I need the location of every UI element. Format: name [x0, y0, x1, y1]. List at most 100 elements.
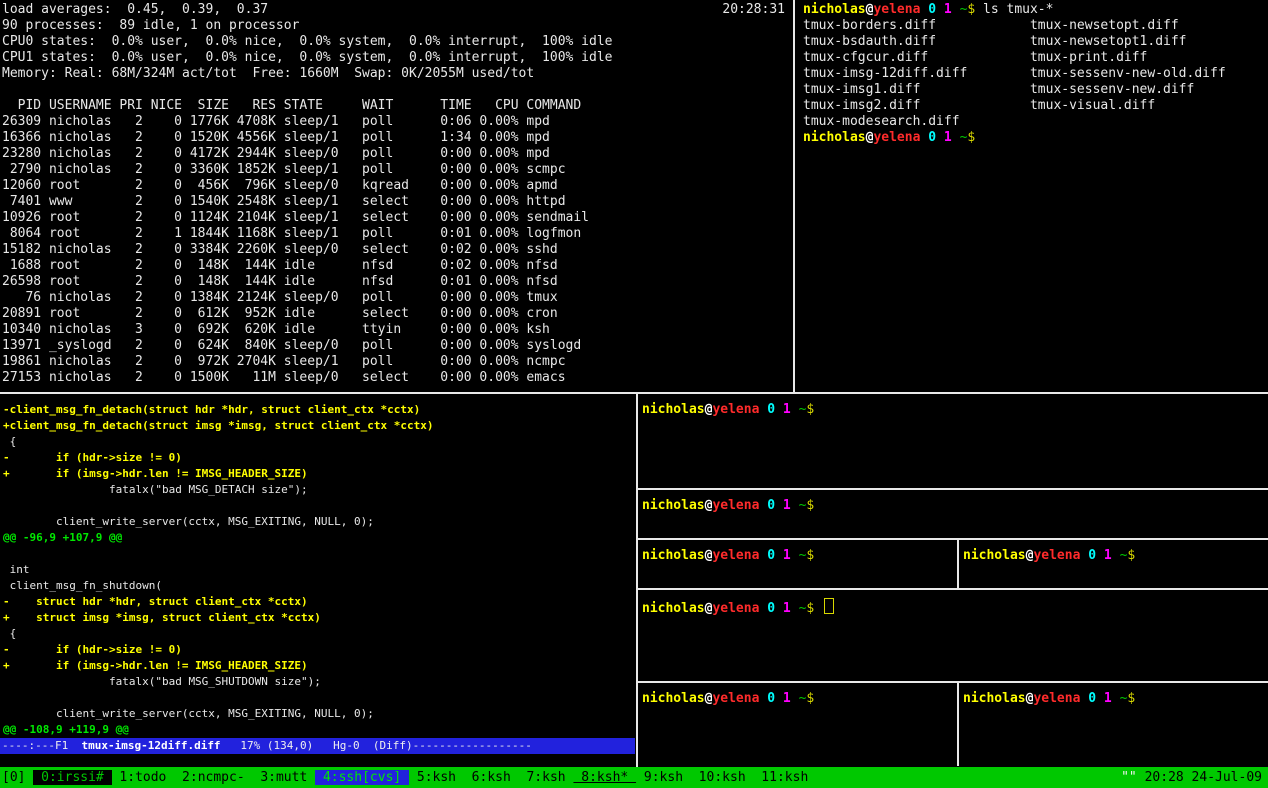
pane-shell-3[interactable]: nicholas@yelena 0 1 ~$ — [638, 540, 960, 595]
status-window-0[interactable]: 0:irssi# — [33, 770, 111, 785]
text-segment: 0 — [767, 548, 775, 563]
text-segment: 1 — [1104, 548, 1112, 563]
text-segment: 0 — [928, 2, 936, 17]
diff-line: + struct imsg *imsg, struct client_ctx *… — [0, 610, 635, 626]
status-window-5[interactable]: 5:ksh — [409, 770, 464, 785]
text-segment: nicholas — [963, 691, 1026, 706]
pane-top-monitor[interactable]: load averages: 0.45, 0.39, 0.37 90 proce… — [0, 0, 795, 394]
shell-prompt-line: nicholas@yelena 0 1 ~$ — [642, 402, 1268, 418]
text-segment: ----:---F1 — [2, 739, 81, 752]
status-session-name: [0] — [2, 770, 33, 785]
shell-prompt-line: nicholas@yelena 0 1 ~$ ls tmux-* — [803, 2, 1268, 18]
text-segment — [936, 130, 944, 145]
shell-prompt: nicholas@yelena 0 1 ~$ — [642, 402, 814, 417]
shell-prompt: nicholas@yelena 0 1 ~$ — [642, 691, 814, 706]
text-cursor — [824, 598, 834, 614]
text-segment — [952, 2, 960, 17]
shell-prompt: nicholas@yelena 0 1 ~$ — [963, 548, 1135, 563]
text-segment: yelena — [712, 498, 759, 513]
pane-border-h2 — [638, 538, 1268, 540]
text-segment: 1 — [1104, 691, 1112, 706]
status-window-11[interactable]: 11:ksh — [753, 770, 816, 785]
diff-line: client_write_server(cctx, MSG_EXITING, N… — [0, 706, 635, 722]
text-segment: yelena — [1033, 691, 1080, 706]
text-segment — [791, 402, 799, 417]
text-segment: 1 — [783, 402, 791, 417]
status-window-1[interactable]: 1:todo — [112, 770, 175, 785]
tmux-status-bar: [0] 0:irssi# 1:todo 2:ncmpc- 3:mutt 4:ss… — [0, 767, 1268, 788]
status-window-4[interactable]: 4:ssh[cvs] — [315, 770, 409, 785]
diff-line: client_write_server(cctx, MSG_EXITING, N… — [0, 514, 635, 530]
text-segment: $ — [1127, 691, 1135, 706]
text-segment: 1 — [783, 691, 791, 706]
text-segment: tmux-imsg-12diff.diff — [81, 739, 220, 752]
text-segment: 20:28 24-Jul-09 — [1145, 770, 1262, 785]
shell-prompt: nicholas@yelena 0 1 ~$ — [642, 601, 814, 616]
pane-shell-2[interactable]: nicholas@yelena 0 1 ~$ — [638, 490, 1268, 545]
shell-prompt: nicholas@yelena 0 1 ~$ — [803, 2, 975, 17]
pane-shell-active[interactable]: nicholas@yelena 0 1 ~$ — [638, 590, 1268, 688]
diff-line: - struct hdr *hdr, struct client_ctx *cc… — [0, 594, 635, 610]
text-segment: yelena — [1033, 548, 1080, 563]
text-segment: yelena — [712, 548, 759, 563]
status-window-3[interactable]: 3:mutt — [253, 770, 316, 785]
pane-border-vertical-bottom — [636, 394, 638, 767]
status-window-9[interactable]: 9:ksh — [636, 770, 691, 785]
pane-border-h3 — [638, 588, 1268, 590]
text-segment: nicholas — [642, 402, 705, 417]
emacs-modeline: ----:---F1 tmux-imsg-12diff.diff 17% (13… — [0, 738, 635, 754]
text-segment: nicholas — [642, 601, 705, 616]
pane-border-v-row1 — [957, 540, 959, 588]
text-segment: $ — [967, 2, 975, 17]
text-segment: nicholas — [803, 130, 866, 145]
pane-border-h4 — [638, 681, 1268, 683]
text-segment: 0 — [767, 402, 775, 417]
text-segment: $ — [806, 498, 814, 513]
shell-prompt-line: nicholas@yelena 0 1 ~$ — [963, 548, 1268, 564]
text-segment: 1 — [783, 498, 791, 513]
shell-prompt: nicholas@yelena 0 1 ~$ — [642, 548, 814, 563]
shell-prompt-line: nicholas@yelena 0 1 ~$ — [642, 598, 1268, 614]
pane-emacs-diff[interactable]: -client_msg_fn_detach(struct hdr *hdr, s… — [0, 394, 635, 775]
text-segment: $ — [806, 402, 814, 417]
text-segment — [791, 498, 799, 513]
status-right: "" 20:28 24-Jul-09 — [1121, 767, 1262, 788]
status-window-8[interactable]: 8:ksh* — [573, 770, 636, 785]
text-segment: 0 — [928, 130, 936, 145]
status-window-6[interactable]: 6:ksh — [464, 770, 519, 785]
diff-line: +client_msg_fn_detach(struct imsg *imsg,… — [0, 418, 635, 434]
status-window-7[interactable]: 7:ksh — [519, 770, 574, 785]
text-segment: 17% (134,0) Hg-0 (Diff)-----------------… — [221, 739, 532, 752]
pane-shell-4[interactable]: nicholas@yelena 0 1 ~$ — [959, 540, 1268, 595]
text-segment: nicholas — [642, 548, 705, 563]
text-segment — [775, 601, 783, 616]
diff-buffer: -client_msg_fn_detach(struct hdr *hdr, s… — [0, 402, 635, 738]
diff-line — [0, 498, 635, 514]
text-segment — [775, 498, 783, 513]
status-window-10[interactable]: 10:ksh — [691, 770, 754, 785]
text-segment: nicholas — [963, 548, 1026, 563]
diff-line: client_msg_fn_shutdown( — [0, 578, 635, 594]
pane-shell-ls[interactable]: nicholas@yelena 0 1 ~$ls tmux-* tmux-bor… — [796, 0, 1268, 394]
pane-shell-1[interactable]: nicholas@yelena 0 1 ~$ — [638, 394, 1268, 495]
shell-prompt-line: nicholas@yelena 0 1 ~$ — [963, 691, 1268, 707]
shell-prompt: nicholas@yelena 0 1 ~$ — [642, 498, 814, 513]
pane-shell-5[interactable]: nicholas@yelena 0 1 ~$ — [638, 683, 960, 774]
pane-shell-6[interactable]: nicholas@yelena 0 1 ~$ — [959, 683, 1268, 774]
text-segment: 0 — [1088, 548, 1096, 563]
text-segment: 1 — [944, 130, 952, 145]
text-segment: yelena — [873, 2, 920, 17]
text-segment: nicholas — [642, 498, 705, 513]
text-segment: 1 — [944, 2, 952, 17]
diff-line: - if (hdr->size != 0) — [0, 642, 635, 658]
text-segment — [775, 548, 783, 563]
diff-line — [0, 690, 635, 706]
text-segment: yelena — [712, 601, 759, 616]
shell-prompt-line: nicholas@yelena 0 1 ~$ — [642, 548, 960, 564]
text-segment: yelena — [873, 130, 920, 145]
status-window-2[interactable]: 2:ncmpc- — [174, 770, 252, 785]
text-segment: 0 — [1088, 691, 1096, 706]
diff-line: { — [0, 434, 635, 450]
diff-line: @@ -108,9 +119,9 @@ — [0, 722, 635, 738]
command-text: ls tmux-* — [983, 2, 1053, 17]
